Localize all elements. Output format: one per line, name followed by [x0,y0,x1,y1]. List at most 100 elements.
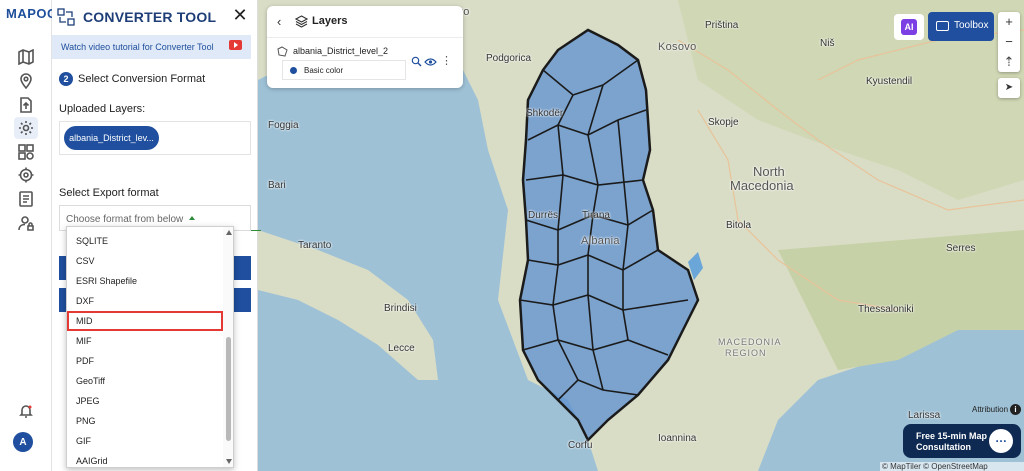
layers-card: ‹ Layers albania_District_level_2 ⋮ Basi… [267,6,463,88]
map-label: Lecce [388,343,415,354]
compass-icon[interactable]: ⇡ [998,52,1020,72]
map-label: MACEDONIA [718,337,782,347]
map-icon[interactable] [14,46,38,68]
map-label: Podgorica [486,53,532,64]
consult-line-1: Free 15-min Map [916,431,988,441]
map-label: North [753,164,785,179]
uploaded-layers-label: Uploaded Layers: [59,103,146,115]
grid-layers-icon[interactable] [14,141,38,163]
map-copyright: © MapTiler © OpenStreetMap contributors [880,462,1024,471]
layer-name[interactable]: albania_District_level_2 [293,46,388,56]
map-label: Serres [946,243,976,254]
format-option-jpeg[interactable]: JPEG [67,391,223,411]
more-options-icon[interactable]: ⋮ [441,54,452,67]
map-label: Larissa [908,410,941,421]
map-label: Shkodër [526,108,564,119]
back-chevron-icon[interactable]: ‹ [277,14,281,29]
zoom-out-button[interactable]: − [998,32,1020,52]
mapog-logo: MAPOG [6,6,58,21]
map-label: Bitola [726,220,752,231]
map-label: Skopje [708,117,739,128]
converter-icon [57,8,75,26]
briefcase-icon [936,21,949,31]
dropdown-scrollbar[interactable] [223,227,233,467]
report-icon[interactable] [14,188,38,210]
attribution-label[interactable]: Attribution [972,405,1008,414]
map-label: Taranto [298,240,332,251]
tutorial-link[interactable]: Watch video tutorial for Converter Tool [61,42,214,52]
scroll-thumb[interactable] [226,337,231,441]
location-pin-icon[interactable] [14,70,38,92]
toolbox-label: Toolbox [954,20,989,31]
layers-stack-icon [295,15,308,28]
uploaded-layer-chip[interactable]: albania_District_lev... [64,126,159,150]
map-label: Ioannina [658,433,697,444]
format-option-dxf[interactable]: DXF [67,291,223,311]
panel-title: CONVERTER TOOL [83,9,217,25]
map-label: Niš [820,38,835,49]
step-label: Select Conversion Format [78,73,206,85]
format-option-mid[interactable]: MID [67,311,223,331]
map-label: Durrës [528,210,559,221]
map-label: Macedonia [730,178,794,193]
format-option-esri-shapefile[interactable]: ESRI Shapefile [67,271,223,291]
map-label: Bari [268,180,286,191]
format-option-sqlite[interactable]: SQLITE [67,231,223,251]
scroll-down-icon[interactable] [226,459,232,464]
bell-icon[interactable] [14,400,38,422]
zoom-in-button[interactable]: + [998,12,1020,32]
locate-icon[interactable]: ➤ [998,78,1020,98]
map-label: Foggia [268,120,299,131]
format-option-mif[interactable]: MIF [67,331,223,351]
target-settings-icon[interactable] [14,164,38,186]
toolbox-button[interactable]: Toolbox [928,12,994,41]
format-option-aaigrid[interactable]: AAIGrid [67,451,223,467]
map-label: Thessaloniki [858,304,914,315]
layers-title: Layers [312,15,348,27]
locate-control: ➤ [998,78,1020,98]
ai-assistant-button[interactable]: AI [894,14,924,40]
map-label: Corfu [568,440,593,451]
focus-underline [251,230,261,231]
format-option-gif[interactable]: GIF [67,431,223,451]
user-lock-icon[interactable] [14,212,38,234]
upload-file-icon[interactable] [14,94,38,116]
format-option-geotiff[interactable]: GeoTiff [67,371,223,391]
polygon-layer-icon [277,46,288,57]
converter-panel: CONVERTER TOOL ✕ Watch video tutorial fo… [52,0,261,471]
consult-line-2: Consultation [916,442,971,452]
caret-up-icon[interactable] [189,216,195,220]
color-swatch [290,67,297,74]
format-option-csv[interactable]: CSV [67,251,223,271]
close-panel-button[interactable]: ✕ [229,5,251,27]
youtube-icon[interactable] [229,40,242,50]
panel-header: CONVERTER TOOL ✕ [52,0,258,32]
format-placeholder: Choose format from below [66,214,184,225]
gear-icon[interactable] [14,117,38,139]
left-rail: MAPOG A [0,0,57,471]
zoom-to-layer-icon[interactable] [411,56,422,67]
step-number-badge: 2 [59,72,73,86]
map-label: Kosovo [658,41,697,53]
export-format-label: Select Export format [59,187,159,199]
format-option-pdf[interactable]: PDF [67,351,223,371]
map-label: Albania [581,235,620,247]
format-options-dropdown: SQLITE CSV ESRI Shapefile DXF MID MIF PDF GeoTi… [66,226,234,468]
scroll-up-icon[interactable] [226,230,232,235]
map-label: REGION [725,348,767,358]
chat-icon[interactable] [989,429,1013,453]
format-option-png[interactable]: PNG [67,411,223,431]
uploaded-layers-box: albania_District_lev... [59,121,251,155]
tutorial-banner[interactable]: Watch video tutorial for Converter Tool [52,35,251,59]
ai-sparkle-icon: AI [901,19,917,35]
eye-icon[interactable] [424,57,437,67]
layer-style-box[interactable]: Basic color [282,60,406,80]
style-name: Basic color [304,66,344,75]
map-label: Priština [705,20,739,31]
map-label: Brindisi [384,303,417,314]
map-label: Kyustendil [866,76,913,87]
info-icon[interactable]: i [1010,404,1021,415]
consultation-button[interactable]: Free 15-min Map Consultation [903,424,1021,458]
user-avatar[interactable]: A [13,432,33,452]
zoom-controls: + − ⇡ [998,12,1020,72]
